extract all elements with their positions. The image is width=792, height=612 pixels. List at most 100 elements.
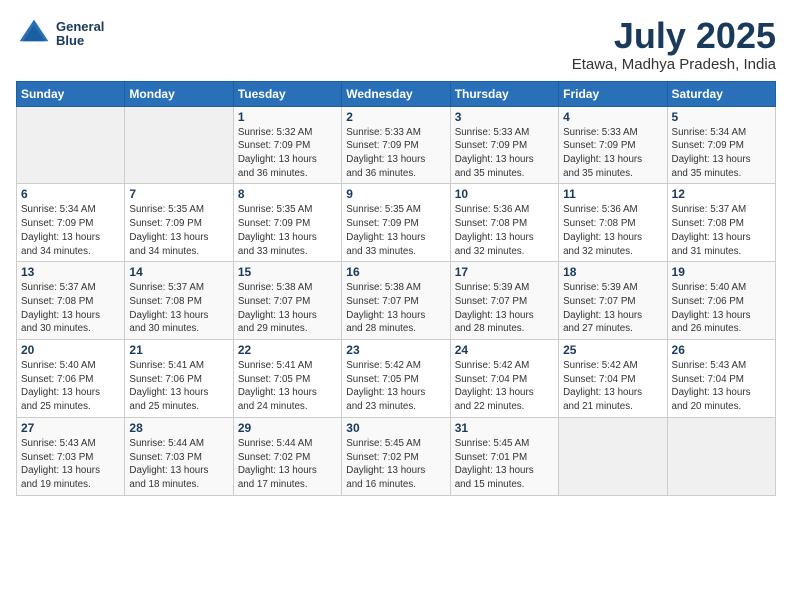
calendar-header: SundayMondayTuesdayWednesdayThursdayFrid… xyxy=(17,81,776,106)
weekday-header: Sunday xyxy=(17,81,125,106)
day-number: 13 xyxy=(21,265,120,279)
weekday-header: Saturday xyxy=(667,81,775,106)
calendar-cell: 9 Sunrise: 5:35 AM Sunset: 7:09 PM Daylig… xyxy=(342,184,450,262)
day-info: Sunrise: 5:37 AM Sunset: 7:08 PM Dayligh… xyxy=(129,281,228,336)
day-number: 27 xyxy=(21,421,120,435)
weekday-header: Thursday xyxy=(450,81,558,106)
calendar-cell: 22Sunrise: 5:41 AM Sunset: 7:05 PM Dayli… xyxy=(233,340,341,418)
day-number: 25 xyxy=(563,343,662,357)
day-number: 30 xyxy=(346,421,445,435)
day-number: 24 xyxy=(455,343,554,357)
day-number: 31 xyxy=(455,421,554,435)
day-number: 20 xyxy=(21,343,120,357)
logo-line1: General xyxy=(56,20,104,34)
logo: General Blue xyxy=(16,16,104,52)
day-info: Sunrise: 5:44 AM Sunset: 7:03 PM Dayligh… xyxy=(129,437,228,492)
calendar-cell: 6 Sunrise: 5:34 AM Sunset: 7:09 PM Daylig… xyxy=(17,184,125,262)
calendar-cell: 24 Sunrise: 5:42 AM Sunset: 7:04 PM Dayli… xyxy=(450,340,558,418)
day-info: Sunrise: 5:38 AM Sunset: 7:07 PM Dayligh… xyxy=(346,281,445,336)
day-info: Sunrise: 5:42 AM Sunset: 7:04 PM Dayligh… xyxy=(563,359,662,414)
day-info: Sunrise: 5:43 AM Sunset: 7:04 PM Dayligh… xyxy=(672,359,771,414)
calendar-cell: 13 Sunrise: 5:37 AM Sunset: 7:08 PM Dayli… xyxy=(17,262,125,340)
day-number: 1 xyxy=(238,110,337,124)
day-number: 11 xyxy=(563,187,662,201)
calendar-cell: 8 Sunrise: 5:35 AM Sunset: 7:09 PM Daylig… xyxy=(233,184,341,262)
day-info: Sunrise: 5:39 AM Sunset: 7:07 PM Dayligh… xyxy=(455,281,554,336)
day-info: Sunrise: 5:35 AM Sunset: 7:09 PM Dayligh… xyxy=(346,203,445,258)
day-number: 10 xyxy=(455,187,554,201)
day-number: 5 xyxy=(672,110,771,124)
day-number: 8 xyxy=(238,187,337,201)
header-row: SundayMondayTuesdayWednesdayThursdayFrid… xyxy=(17,81,776,106)
day-number: 15 xyxy=(238,265,337,279)
calendar-week-row: 6 Sunrise: 5:34 AM Sunset: 7:09 PM Daylig… xyxy=(17,184,776,262)
calendar-cell: 23 Sunrise: 5:42 AM Sunset: 7:05 PM Dayli… xyxy=(342,340,450,418)
calendar-cell xyxy=(559,417,667,495)
day-info: Sunrise: 5:37 AM Sunset: 7:08 PM Dayligh… xyxy=(672,203,771,258)
calendar-cell xyxy=(17,106,125,184)
day-number: 16 xyxy=(346,265,445,279)
day-number: 21 xyxy=(129,343,228,357)
calendar-body: 1 Sunrise: 5:32 AM Sunset: 7:09 PM Daylig… xyxy=(17,106,776,495)
day-number: 6 xyxy=(21,187,120,201)
day-info: Sunrise: 5:42 AM Sunset: 7:04 PM Dayligh… xyxy=(455,359,554,414)
day-info: Sunrise: 5:40 AM Sunset: 7:06 PM Dayligh… xyxy=(21,359,120,414)
calendar-cell: 27 Sunrise: 5:43 AM Sunset: 7:03 PM Dayli… xyxy=(17,417,125,495)
day-number: 26 xyxy=(672,343,771,357)
calendar-cell: 7 Sunrise: 5:35 AM Sunset: 7:09 PM Daylig… xyxy=(125,184,233,262)
day-number: 3 xyxy=(455,110,554,124)
calendar-week-row: 13 Sunrise: 5:37 AM Sunset: 7:08 PM Dayli… xyxy=(17,262,776,340)
calendar-cell: 26 Sunrise: 5:43 AM Sunset: 7:04 PM Dayli… xyxy=(667,340,775,418)
day-info: Sunrise: 5:35 AM Sunset: 7:09 PM Dayligh… xyxy=(129,203,228,258)
day-info: Sunrise: 5:34 AM Sunset: 7:09 PM Dayligh… xyxy=(21,203,120,258)
calendar-cell: 31 Sunrise: 5:45 AM Sunset: 7:01 PM Dayli… xyxy=(450,417,558,495)
weekday-header: Tuesday xyxy=(233,81,341,106)
day-number: 22 xyxy=(238,343,337,357)
day-number: 17 xyxy=(455,265,554,279)
calendar-week-row: 1 Sunrise: 5:32 AM Sunset: 7:09 PM Daylig… xyxy=(17,106,776,184)
calendar-cell: 5 Sunrise: 5:34 AM Sunset: 7:09 PM Daylig… xyxy=(667,106,775,184)
page-header: General Blue July 2025 Etawa, Madhya Pra… xyxy=(16,16,776,73)
month-title: July 2025 xyxy=(572,16,776,56)
day-info: Sunrise: 5:43 AM Sunset: 7:03 PM Dayligh… xyxy=(21,437,120,492)
calendar-cell: 28 Sunrise: 5:44 AM Sunset: 7:03 PM Dayli… xyxy=(125,417,233,495)
day-number: 18 xyxy=(563,265,662,279)
calendar-cell: 2Sunrise: 5:33 AM Sunset: 7:09 PM Daylig… xyxy=(342,106,450,184)
day-info: Sunrise: 5:39 AM Sunset: 7:07 PM Dayligh… xyxy=(563,281,662,336)
day-info: Sunrise: 5:42 AM Sunset: 7:05 PM Dayligh… xyxy=(346,359,445,414)
calendar-cell xyxy=(125,106,233,184)
day-info: Sunrise: 5:36 AM Sunset: 7:08 PM Dayligh… xyxy=(455,203,554,258)
day-info: Sunrise: 5:45 AM Sunset: 7:02 PM Dayligh… xyxy=(346,437,445,492)
logo-text: General Blue xyxy=(56,20,104,49)
day-info: Sunrise: 5:45 AM Sunset: 7:01 PM Dayligh… xyxy=(455,437,554,492)
calendar-week-row: 20 Sunrise: 5:40 AM Sunset: 7:06 PM Dayli… xyxy=(17,340,776,418)
day-number: 4 xyxy=(563,110,662,124)
calendar-cell: 19Sunrise: 5:40 AM Sunset: 7:06 PM Dayli… xyxy=(667,262,775,340)
day-number: 12 xyxy=(672,187,771,201)
weekday-header: Wednesday xyxy=(342,81,450,106)
calendar-cell: 12 Sunrise: 5:37 AM Sunset: 7:08 PM Dayli… xyxy=(667,184,775,262)
day-number: 7 xyxy=(129,187,228,201)
weekday-header: Friday xyxy=(559,81,667,106)
calendar-cell: 30 Sunrise: 5:45 AM Sunset: 7:02 PM Dayli… xyxy=(342,417,450,495)
calendar-cell: 25 Sunrise: 5:42 AM Sunset: 7:04 PM Dayli… xyxy=(559,340,667,418)
day-info: Sunrise: 5:33 AM Sunset: 7:09 PM Dayligh… xyxy=(455,126,554,181)
logo-icon xyxy=(16,16,52,52)
location: Etawa, Madhya Pradesh, India xyxy=(572,56,776,73)
calendar-cell: 18 Sunrise: 5:39 AM Sunset: 7:07 PM Dayli… xyxy=(559,262,667,340)
day-info: Sunrise: 5:40 AM Sunset: 7:06 PM Dayligh… xyxy=(672,281,771,336)
calendar-cell: 17 Sunrise: 5:39 AM Sunset: 7:07 PM Dayli… xyxy=(450,262,558,340)
calendar-table: SundayMondayTuesdayWednesdayThursdayFrid… xyxy=(16,81,776,496)
day-number: 9 xyxy=(346,187,445,201)
day-info: Sunrise: 5:34 AM Sunset: 7:09 PM Dayligh… xyxy=(672,126,771,181)
day-info: Sunrise: 5:37 AM Sunset: 7:08 PM Dayligh… xyxy=(21,281,120,336)
day-number: 28 xyxy=(129,421,228,435)
day-info: Sunrise: 5:32 AM Sunset: 7:09 PM Dayligh… xyxy=(238,126,337,181)
calendar-cell: 21Sunrise: 5:41 AM Sunset: 7:06 PM Dayli… xyxy=(125,340,233,418)
day-number: 2 xyxy=(346,110,445,124)
day-number: 23 xyxy=(346,343,445,357)
weekday-header: Monday xyxy=(125,81,233,106)
calendar-cell: 20 Sunrise: 5:40 AM Sunset: 7:06 PM Dayli… xyxy=(17,340,125,418)
logo-line2: Blue xyxy=(56,34,104,48)
day-info: Sunrise: 5:35 AM Sunset: 7:09 PM Dayligh… xyxy=(238,203,337,258)
